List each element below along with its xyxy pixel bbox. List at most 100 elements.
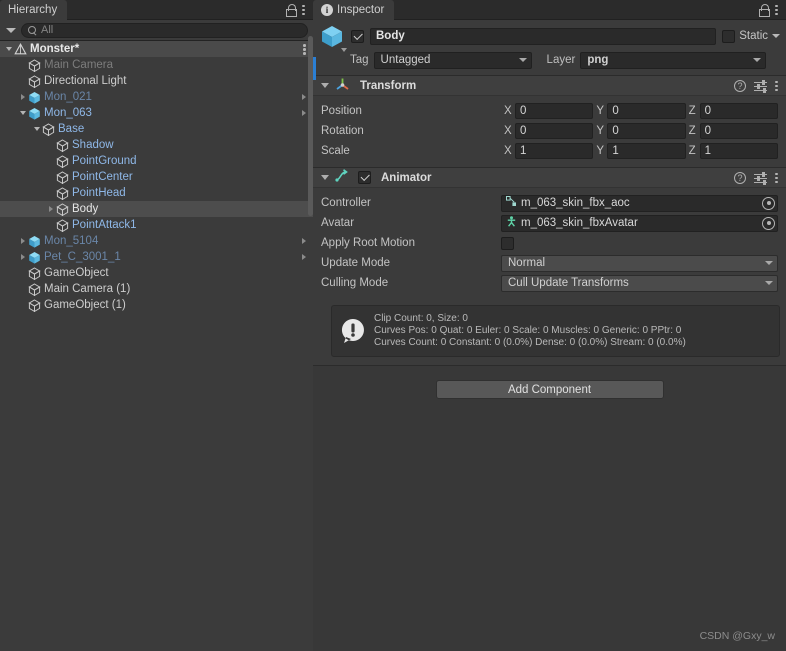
kebab-menu-icon[interactable]	[775, 4, 778, 16]
twisty-toggle[interactable]	[31, 127, 42, 131]
twisty-toggle[interactable]	[45, 206, 56, 212]
hierarchy-row-pet-c-3001-1[interactable]: Pet_C_3001_1	[0, 249, 313, 265]
transform-rotation-y-input[interactable]: 0	[607, 123, 686, 139]
axis-x-label: X	[504, 125, 512, 137]
hierarchy-row-body[interactable]: Body	[0, 201, 313, 217]
hierarchy-row-base[interactable]: Base	[0, 121, 313, 137]
chevron-down-icon[interactable]	[341, 48, 347, 52]
hierarchy-row-pointhead[interactable]: PointHead	[0, 185, 313, 201]
hierarchy-row-mon-021[interactable]: Mon_021	[0, 89, 313, 105]
hierarchy-row-label: Monster*	[30, 43, 80, 55]
help-icon[interactable]: ?	[734, 79, 746, 92]
transform-header[interactable]: Transform ?	[313, 76, 786, 96]
tab-inspector[interactable]: i Inspector	[313, 0, 395, 20]
chevron-down-icon[interactable]	[6, 27, 16, 33]
axis-x: X1	[501, 143, 594, 159]
culling-mode-label: Culling Mode	[321, 277, 389, 289]
chevron-down-icon	[518, 58, 527, 62]
hierarchy-row-gameobject[interactable]: GameObject	[0, 265, 313, 281]
chevron-down-icon[interactable]	[321, 83, 329, 88]
lock-icon[interactable]	[286, 4, 297, 17]
apply-root-motion-checkbox[interactable]	[501, 236, 514, 250]
tag-value: Untagged	[380, 54, 431, 66]
hierarchy-row-monster[interactable]: Monster*	[0, 41, 313, 57]
transform-rotation-z-input[interactable]: 0	[699, 123, 778, 139]
animator-controller-icon	[506, 196, 517, 210]
kebab-menu-icon[interactable]	[775, 172, 778, 184]
transform-position-y-input[interactable]: 0	[607, 103, 686, 119]
search-input[interactable]: All	[21, 22, 308, 38]
controller-value: m_063_skin_fbx_aoc	[521, 197, 630, 209]
prefab-open-arrow-icon[interactable]	[302, 110, 306, 116]
static-checkbox[interactable]	[722, 29, 736, 43]
prefab-open-arrow-icon[interactable]	[302, 238, 306, 244]
hierarchy-row-main-camera[interactable]: Main Camera	[0, 57, 313, 73]
transform-scale-x-input[interactable]: 1	[515, 143, 594, 159]
culling-mode-dropdown[interactable]: Cull Update Transforms	[501, 274, 778, 292]
prefab-open-arrow-icon[interactable]	[302, 254, 306, 260]
culling-mode-value: Cull Update Transforms	[508, 277, 629, 289]
hierarchy-row-directional-light[interactable]: Directional Light	[0, 73, 313, 89]
gameobject-name-field[interactable]: Body	[370, 27, 717, 45]
animator-enabled-checkbox[interactable]	[358, 171, 371, 184]
gameobject-icon	[28, 298, 41, 312]
axis-x: X0	[501, 123, 594, 139]
gameobject-icon	[28, 266, 41, 280]
transform-position-row: Position X 0 Y 0 Z 0	[321, 101, 778, 121]
chevron-down-icon	[765, 281, 773, 285]
avatar-field[interactable]: m_063_skin_fbxAvatar	[501, 214, 778, 232]
hierarchy-row-gameobject-1[interactable]: GameObject (1)	[0, 297, 313, 313]
animator-title: Animator	[381, 171, 432, 184]
tab-hierarchy[interactable]: Hierarchy	[0, 0, 68, 20]
controller-object-picker[interactable]	[762, 196, 775, 210]
add-component-button[interactable]: Add Component	[435, 380, 664, 399]
twisty-toggle[interactable]	[3, 47, 14, 51]
twisty-toggle[interactable]	[17, 238, 28, 244]
hierarchy-row-mon-063[interactable]: Mon_063	[0, 105, 313, 121]
hierarchy-row-mon-5104[interactable]: Mon_5104	[0, 233, 313, 249]
kebab-menu-icon[interactable]	[302, 4, 305, 16]
transform-scale-y-input[interactable]: 1	[607, 143, 686, 159]
hierarchy-row-pointcenter[interactable]: PointCenter	[0, 169, 313, 185]
twisty-toggle[interactable]	[17, 111, 28, 115]
transform-position-x-input[interactable]: 0	[515, 103, 594, 119]
twisty-toggle[interactable]	[17, 254, 28, 260]
hierarchy-row-main-camera-1[interactable]: Main Camera (1)	[0, 281, 313, 297]
chevron-down-icon[interactable]	[321, 175, 329, 180]
preset-sliders-icon[interactable]	[754, 79, 767, 93]
chevron-down-icon[interactable]	[772, 34, 780, 38]
transform-position-z-input[interactable]: 0	[699, 103, 778, 119]
avatar-object-picker[interactable]	[762, 216, 775, 230]
transform-rotation-x-input[interactable]: 0	[515, 123, 594, 139]
transform-scale-z-input[interactable]: 1	[699, 143, 778, 159]
update-mode-dropdown[interactable]: Normal	[501, 254, 778, 272]
preset-sliders-icon[interactable]	[754, 171, 767, 185]
axis-y: Y1	[593, 143, 686, 159]
hierarchy-row-label: PointHead	[72, 187, 126, 199]
lock-icon[interactable]	[759, 4, 770, 17]
hierarchy-row-shadow[interactable]: Shadow	[0, 137, 313, 153]
controller-field[interactable]: m_063_skin_fbx_aoc	[501, 194, 778, 212]
gameobject-cube-icon[interactable]	[319, 23, 347, 52]
prefab-cube-icon	[28, 107, 41, 120]
add-component-label: Add Component	[507, 383, 592, 396]
help-icon[interactable]: ?	[734, 171, 746, 184]
tag-dropdown[interactable]: Untagged	[373, 51, 532, 69]
axis-x-label: X	[504, 145, 512, 157]
prefab-open-arrow-icon[interactable]	[302, 94, 306, 100]
twisty-toggle[interactable]	[17, 94, 28, 100]
gameobject-enabled-checkbox[interactable]	[351, 29, 364, 43]
layer-dropdown[interactable]: png	[580, 51, 767, 69]
hierarchy-row-pointattack1[interactable]: PointAttack1	[0, 217, 313, 233]
hierarchy-row-label: PointAttack1	[72, 219, 137, 231]
apply-root-motion-row: Apply Root Motion	[321, 233, 778, 253]
axis-y-label: Y	[596, 105, 604, 117]
kebab-menu-icon[interactable]	[303, 43, 306, 55]
hierarchy-tab-icons	[286, 0, 313, 19]
kebab-menu-icon[interactable]	[775, 80, 778, 92]
info-icon: i	[321, 4, 333, 16]
hierarchy-row-pointground[interactable]: PointGround	[0, 153, 313, 169]
search-icon	[28, 25, 37, 35]
hierarchy-tree[interactable]: Monster* Main Camera Directional Light Mon_…	[0, 41, 313, 651]
animator-header[interactable]: Animator ?	[313, 168, 786, 188]
